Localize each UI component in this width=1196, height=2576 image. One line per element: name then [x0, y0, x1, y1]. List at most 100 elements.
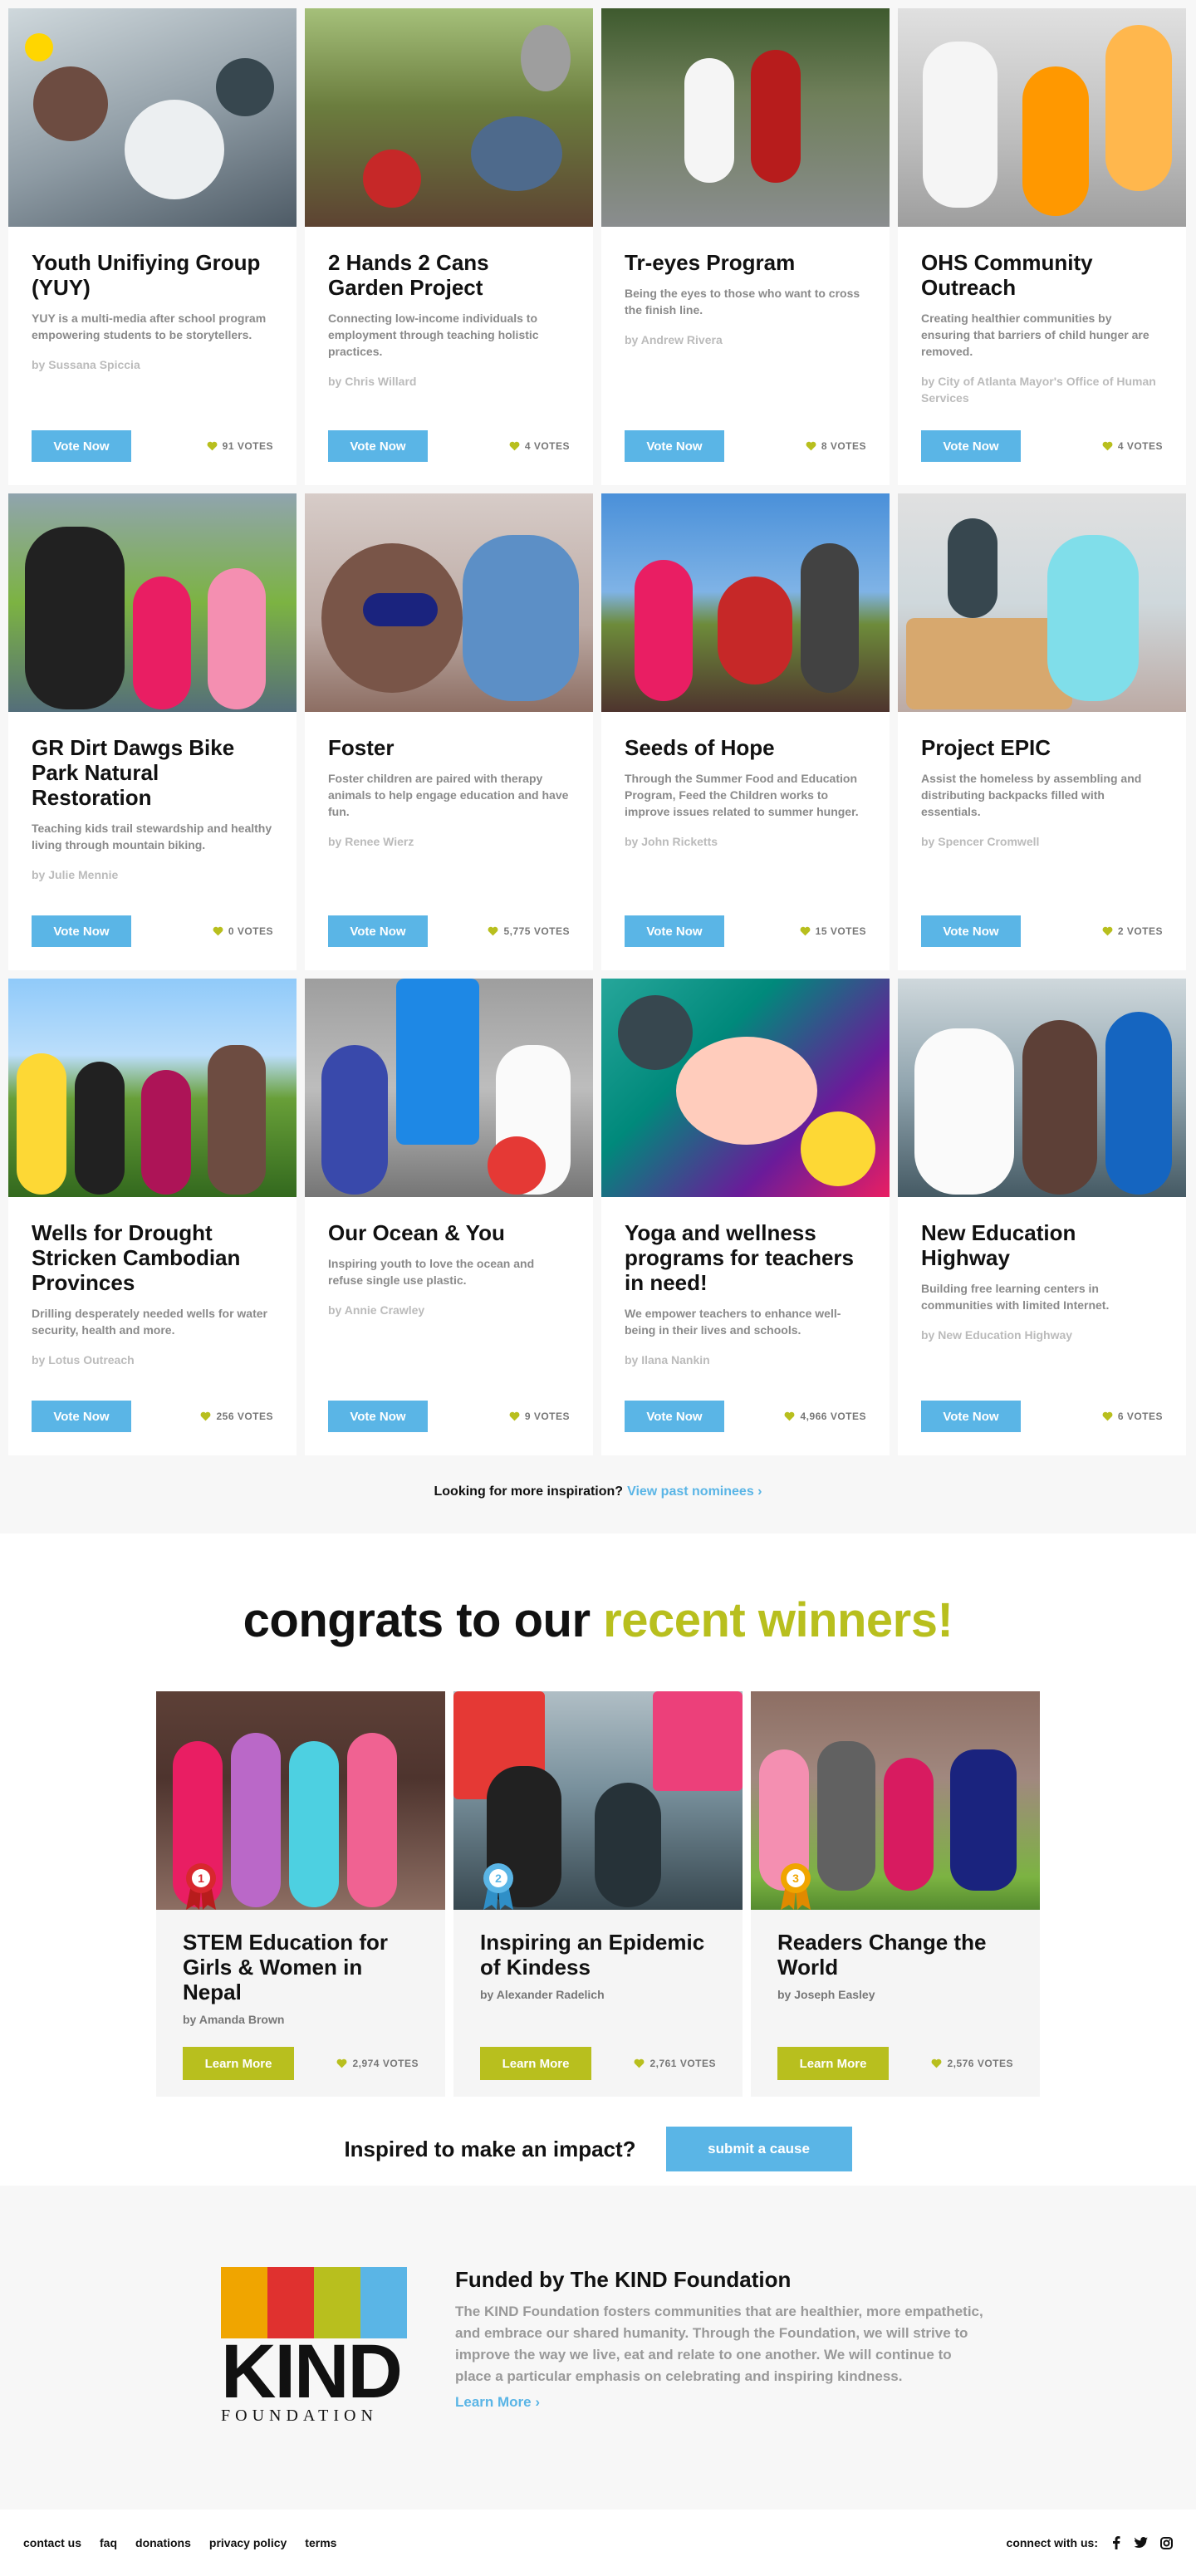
nominee-card: Youth Unifiying Group (YUY) YUY is a mul…	[8, 8, 297, 485]
nominee-photo	[305, 493, 593, 712]
nominee-card: Our Ocean & You Inspiring youth to love …	[305, 979, 593, 1455]
nominee-card: New Education Highway Building free lear…	[898, 979, 1186, 1455]
footer-link-faq[interactable]: faq	[100, 2536, 117, 2549]
vote-now-button[interactable]: Vote Now	[625, 915, 724, 947]
kind-foundation-section: KIND FOUNDATION Funded by The KIND Found…	[0, 2186, 1196, 2510]
vote-count-label: 2 VOTES	[1117, 925, 1163, 937]
footer-link-privacy-policy[interactable]: privacy policy	[209, 2536, 287, 2549]
nominee-author: by City of Atlanta Mayor's Office of Hum…	[921, 375, 1156, 405]
nominee-description: YUY is a multi-media after school progra…	[32, 312, 267, 341]
nominee-title: Project EPIC	[921, 735, 1051, 760]
learn-more-button[interactable]: Learn More	[777, 2047, 889, 2080]
nominee-photo	[305, 979, 593, 1197]
vote-count-label: 4,966 VOTES	[800, 1411, 866, 1422]
nominee-title: Yoga and wellness programs for teachers …	[625, 1220, 854, 1295]
nominee-author: by Lotus Outreach	[32, 1353, 135, 1367]
vote-now-button[interactable]: Vote Now	[921, 430, 1021, 462]
nominee-author: by Andrew Rivera	[625, 333, 723, 346]
logo-word: KIND	[221, 2329, 403, 2414]
nominee-author: by John Ricketts	[625, 835, 718, 848]
winner-title: Readers Change the World	[777, 1930, 987, 1980]
nominee-description: Being the eyes to those who want to cros…	[625, 287, 860, 316]
winner-author: by Amanda Brown	[183, 2013, 285, 2026]
vote-now-button[interactable]: Vote Now	[32, 915, 131, 947]
vote-now-button[interactable]: Vote Now	[328, 1401, 428, 1432]
nominee-title: Tr-eyes Program	[625, 250, 796, 275]
vote-now-button[interactable]: Vote Now	[32, 1401, 131, 1432]
vote-count: 2,974 VOTES	[336, 2058, 419, 2069]
nominee-title: OHS Community Outreach	[921, 250, 1093, 300]
foundation-learn-more-link[interactable]: Learn More ›	[455, 2394, 540, 2411]
vote-now-button[interactable]: Vote Now	[625, 430, 724, 462]
vote-now-button[interactable]: Vote Now	[328, 915, 428, 947]
ribbon-rank: 1	[198, 1872, 204, 1885]
heart-icon	[201, 1411, 211, 1421]
vote-count-label: 6 VOTES	[1117, 1411, 1163, 1422]
nominee-description: Drilling desperately needed wells for wa…	[32, 1307, 267, 1337]
vote-count-label: 5,775 VOTES	[503, 925, 570, 937]
nominee-photo	[8, 493, 297, 712]
winner-title: STEM Education for Girls & Women in Nepa…	[183, 1930, 388, 2004]
vote-count: 4,966 VOTES	[784, 1411, 866, 1422]
vote-now-button[interactable]: Vote Now	[625, 1401, 724, 1432]
heart-icon	[635, 2058, 645, 2068]
more-inspiration-text: Looking for more inspiration?	[434, 1484, 624, 1499]
nominee-author: by New Education Highway	[921, 1328, 1073, 1342]
heart-icon	[1102, 441, 1113, 451]
vote-count-label: 8 VOTES	[821, 440, 866, 452]
vote-count: 2,761 VOTES	[634, 2058, 716, 2069]
vote-count-label: 15 VOTES	[815, 925, 866, 937]
nominee-description: Building free learning centers in commun…	[921, 1282, 1110, 1312]
vote-count-label: 91 VOTES	[222, 440, 273, 452]
vote-now-button[interactable]: Vote Now	[32, 430, 131, 462]
nominee-author: by Renee Wierz	[328, 835, 414, 848]
facebook-icon[interactable]	[1110, 2536, 1123, 2549]
second-place-ribbon-icon: 2	[483, 1863, 513, 1910]
nominee-photo	[601, 8, 890, 227]
winners-heading-plain: congrats to our	[243, 1593, 591, 1647]
heart-icon	[785, 1411, 795, 1421]
heart-icon	[1102, 1411, 1113, 1421]
vote-count: 2 VOTES	[1102, 925, 1163, 937]
view-past-nominees-link[interactable]: View past nominees ›	[627, 1484, 762, 1499]
nominee-card: Seeds of Hope Through the Summer Food an…	[601, 493, 890, 970]
vote-count: 91 VOTES	[207, 440, 273, 452]
vote-now-button[interactable]: Vote Now	[921, 1401, 1021, 1432]
submit-a-cause-button[interactable]: submit a cause	[665, 2127, 852, 2171]
learn-more-button[interactable]: Learn More	[480, 2047, 591, 2080]
footer-link-donations[interactable]: donations	[135, 2536, 191, 2549]
nominee-card: OHS Community Outreach Creating healthie…	[898, 8, 1186, 485]
nominee-title: Foster	[328, 735, 395, 760]
nominee-photo	[8, 8, 297, 227]
vote-count-label: 256 VOTES	[216, 1411, 273, 1422]
nominee-card: GR Dirt Dawgs Bike Park Natural Restorat…	[8, 493, 297, 970]
social-connect: connect with us:	[1007, 2536, 1173, 2549]
make-an-impact-row: Inspired to make an impact? submit a cau…	[0, 2127, 1196, 2171]
vote-count: 4 VOTES	[509, 440, 570, 452]
nominee-description: Creating healthier communities by ensuri…	[921, 312, 1149, 358]
learn-more-button[interactable]: Learn More	[183, 2047, 294, 2080]
footer-link-terms[interactable]: terms	[305, 2536, 336, 2549]
nominee-card: 2 Hands 2 Cans Garden Project Connecting…	[305, 8, 593, 485]
heart-icon	[213, 926, 223, 936]
site-footer: contact us faq donations privacy policy …	[0, 2510, 1196, 2576]
nominee-photo	[601, 979, 890, 1197]
vote-now-button[interactable]: Vote Now	[328, 430, 428, 462]
more-inspiration-strip: Looking for more inspiration? View past …	[0, 1450, 1196, 1533]
make-an-impact-text: Inspired to make an impact?	[344, 2136, 636, 2161]
nominee-title: GR Dirt Dawgs Bike Park Natural Restorat…	[32, 735, 235, 810]
nominee-description: Foster children are paired with therapy …	[328, 772, 569, 818]
winner-photo: 3	[751, 1691, 1040, 1910]
footer-link-contact-us[interactable]: contact us	[23, 2536, 81, 2549]
vote-count-label: 0 VOTES	[228, 925, 273, 937]
instagram-icon[interactable]	[1159, 2536, 1173, 2549]
heart-icon	[207, 441, 218, 451]
heart-icon	[1102, 926, 1113, 936]
vote-now-button[interactable]: Vote Now	[921, 915, 1021, 947]
kind-foundation-logo: KIND FOUNDATION	[221, 2267, 407, 2426]
first-place-ribbon-icon: 1	[186, 1863, 216, 1910]
heart-icon	[806, 441, 816, 451]
twitter-icon[interactable]	[1135, 2536, 1148, 2549]
winner-author: by Joseph Easley	[777, 1988, 875, 2001]
foundation-title: Funded by The KIND Foundation	[455, 2267, 792, 2292]
